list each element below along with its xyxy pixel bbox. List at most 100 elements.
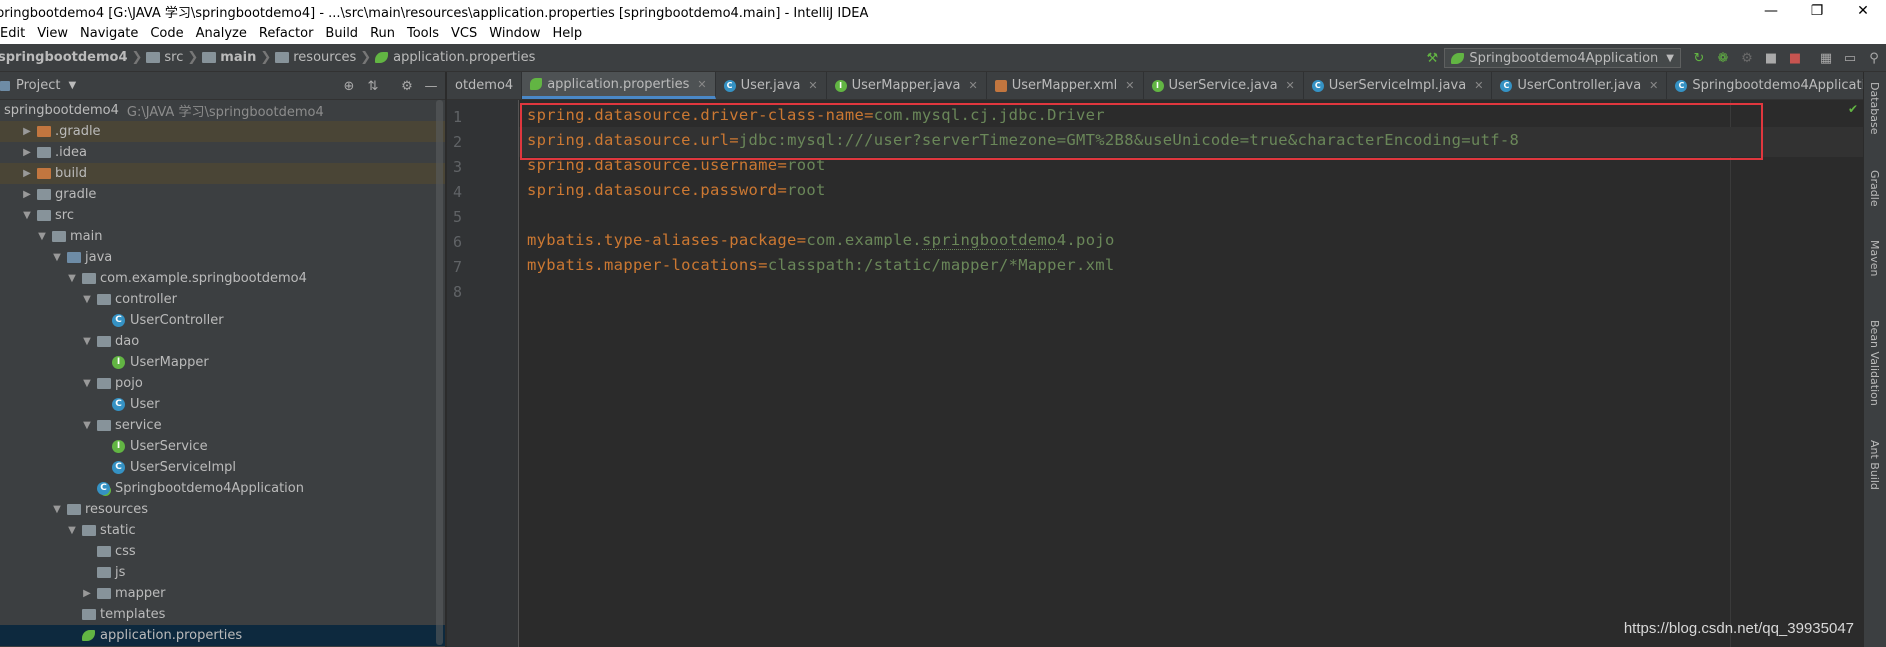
- tree-item[interactable]: C UserServiceImpl: [0, 457, 445, 478]
- tree-item[interactable]: C UserController: [0, 310, 445, 331]
- breadcrumb-src[interactable]: src: [164, 50, 183, 65]
- collapsed-arrow-icon[interactable]: ▶: [21, 189, 33, 200]
- menu-code[interactable]: Code: [144, 26, 189, 41]
- menu-vcs[interactable]: VCS: [445, 26, 483, 41]
- breadcrumb-main[interactable]: main: [220, 50, 256, 65]
- coverage-icon[interactable]: ⚙: [1736, 47, 1758, 69]
- stop-icon[interactable]: ■: [1784, 47, 1806, 69]
- expanded-arrow-icon[interactable]: ▼: [36, 231, 48, 242]
- tree-item[interactable]: css: [0, 541, 445, 562]
- tree-item[interactable]: ▼ controller: [0, 289, 445, 310]
- tree-item[interactable]: ▼ service: [0, 415, 445, 436]
- editor-tab[interactable]: UserMapper.xml ✕: [987, 72, 1144, 99]
- breadcrumb-file[interactable]: application.properties: [393, 50, 535, 65]
- tree-item[interactable]: springbootdemo4 G:\JAVA 学习\springbootdemo…: [0, 100, 445, 121]
- editor-tab[interactable]: C User.java ✕: [716, 72, 827, 99]
- menu-edit[interactable]: Edit: [0, 26, 31, 41]
- tree-item[interactable]: C Springbootdemo4Application: [0, 478, 445, 499]
- tree-item[interactable]: ▼ resources: [0, 499, 445, 520]
- run-configuration-select[interactable]: Springbootdemo4Application ▼: [1444, 48, 1681, 68]
- tree-item[interactable]: ▶ .idea: [0, 142, 445, 163]
- code-line[interactable]: mybatis.mapper-locations=classpath:/stat…: [527, 256, 1115, 274]
- close-tab-icon[interactable]: ✕: [1125, 79, 1134, 92]
- menu-analyze[interactable]: Analyze: [190, 26, 253, 41]
- editor-tab[interactable]: I UserMapper.java ✕: [827, 72, 987, 99]
- profile-icon[interactable]: ■: [1760, 47, 1782, 69]
- search-icon[interactable]: ⚲: [1863, 47, 1885, 69]
- editor-tab[interactable]: C UserController.java ✕: [1492, 72, 1668, 99]
- tree-item[interactable]: I UserMapper: [0, 352, 445, 373]
- tree-item[interactable]: I UserService: [0, 436, 445, 457]
- menu-tools[interactable]: Tools: [401, 26, 445, 41]
- tool-bean-validation[interactable]: Bean Validation: [1868, 320, 1881, 406]
- collapsed-arrow-icon[interactable]: ▶: [21, 147, 33, 158]
- minimize-icon[interactable]: —: [1748, 0, 1794, 22]
- collapsed-arrow-icon[interactable]: ▶: [21, 126, 33, 137]
- tree-item[interactable]: ▶ .gradle: [0, 121, 445, 142]
- expanded-arrow-icon[interactable]: ▼: [66, 525, 78, 536]
- menu-build[interactable]: Build: [319, 26, 364, 41]
- tree-item[interactable]: ▼ src: [0, 205, 445, 226]
- code-line[interactable]: spring.datasource.password=root: [527, 181, 826, 199]
- gear-icon[interactable]: ⚙: [398, 77, 416, 95]
- collapsed-arrow-icon[interactable]: ▶: [81, 588, 93, 599]
- close-tab-icon[interactable]: ✕: [1649, 79, 1658, 92]
- tree-item[interactable]: ▶ build: [0, 163, 445, 184]
- collapsed-arrow-icon[interactable]: ▶: [21, 168, 33, 179]
- tree-item[interactable]: js: [0, 562, 445, 583]
- tool-maven[interactable]: Maven: [1868, 240, 1881, 276]
- expanded-arrow-icon[interactable]: ▼: [81, 420, 93, 431]
- editor-tab[interactable]: I UserService.java ✕: [1144, 72, 1304, 99]
- project-scrollbar[interactable]: [436, 100, 443, 645]
- menu-view[interactable]: View: [31, 26, 74, 41]
- menu-help[interactable]: Help: [547, 26, 589, 41]
- editor-tab[interactable]: C UserServiceImpl.java ✕: [1304, 72, 1493, 99]
- close-tab-icon[interactable]: ✕: [808, 79, 817, 92]
- code-line[interactable]: mybatis.type-aliases-package=com.example…: [527, 231, 1115, 250]
- tree-item[interactable]: ▼ dao: [0, 331, 445, 352]
- menu-navigate[interactable]: Navigate: [74, 26, 144, 41]
- expanded-arrow-icon[interactable]: ▼: [81, 378, 93, 389]
- breadcrumb-resources[interactable]: resources: [293, 50, 356, 65]
- expanded-arrow-icon[interactable]: ▼: [21, 210, 33, 221]
- tool-database[interactable]: Database: [1868, 82, 1881, 135]
- tree-item[interactable]: ▶ gradle: [0, 184, 445, 205]
- tree-item[interactable]: ▼ static: [0, 520, 445, 541]
- project-structure-icon[interactable]: ▦: [1815, 47, 1837, 69]
- tree-item[interactable]: ▼ com.example.springbootdemo4: [0, 268, 445, 289]
- expanded-arrow-icon[interactable]: ▼: [81, 336, 93, 347]
- tree-item[interactable]: ▼ java: [0, 247, 445, 268]
- tree-item[interactable]: ▼ main: [0, 226, 445, 247]
- restore-icon[interactable]: ❐: [1794, 0, 1840, 22]
- window-layout-icon[interactable]: ▭: [1839, 47, 1861, 69]
- tool-ant-build[interactable]: Ant Build: [1868, 440, 1881, 490]
- tree-item[interactable]: ▶ mapper: [0, 583, 445, 604]
- expanded-arrow-icon[interactable]: ▼: [51, 504, 63, 515]
- debug-icon[interactable]: ❁: [1712, 47, 1734, 69]
- close-tab-icon[interactable]: ✕: [968, 79, 977, 92]
- tree-item[interactable]: application.properties: [0, 625, 445, 646]
- collapse-all-icon[interactable]: ⇅: [364, 77, 382, 95]
- editor-tab[interactable]: application.properties ✕: [522, 72, 716, 99]
- close-tab-icon[interactable]: ✕: [1286, 79, 1295, 92]
- tree-item[interactable]: C User: [0, 394, 445, 415]
- close-window-icon[interactable]: ✕: [1840, 0, 1886, 22]
- tree-item[interactable]: templates: [0, 604, 445, 625]
- close-tab-icon[interactable]: ✕: [697, 78, 706, 91]
- locate-file-icon[interactable]: ⊕: [340, 77, 358, 95]
- close-tab-icon[interactable]: ✕: [1474, 79, 1483, 92]
- hide-panel-icon[interactable]: —: [422, 77, 440, 95]
- menu-refactor[interactable]: Refactor: [253, 26, 320, 41]
- editor-tab[interactable]: otdemo4: [447, 72, 523, 99]
- code-editor[interactable]: 12345678 spring.datasource.driver-class-…: [447, 100, 1863, 647]
- build-hammer-icon[interactable]: ⚒: [1421, 47, 1443, 69]
- breadcrumb-project[interactable]: springbootdemo4: [0, 50, 128, 65]
- rerun-icon[interactable]: ↻: [1688, 47, 1710, 69]
- tree-item[interactable]: ▼ pojo: [0, 373, 445, 394]
- menu-window[interactable]: Window: [483, 26, 546, 41]
- expanded-arrow-icon[interactable]: ▼: [51, 252, 63, 263]
- editor-tab[interactable]: CSpringbootdemo4Application.java✕: [1667, 72, 1863, 99]
- project-view-selector[interactable]: Project ▼: [16, 78, 76, 93]
- expanded-arrow-icon[interactable]: ▼: [66, 273, 78, 284]
- tool-gradle[interactable]: Gradle: [1868, 170, 1881, 207]
